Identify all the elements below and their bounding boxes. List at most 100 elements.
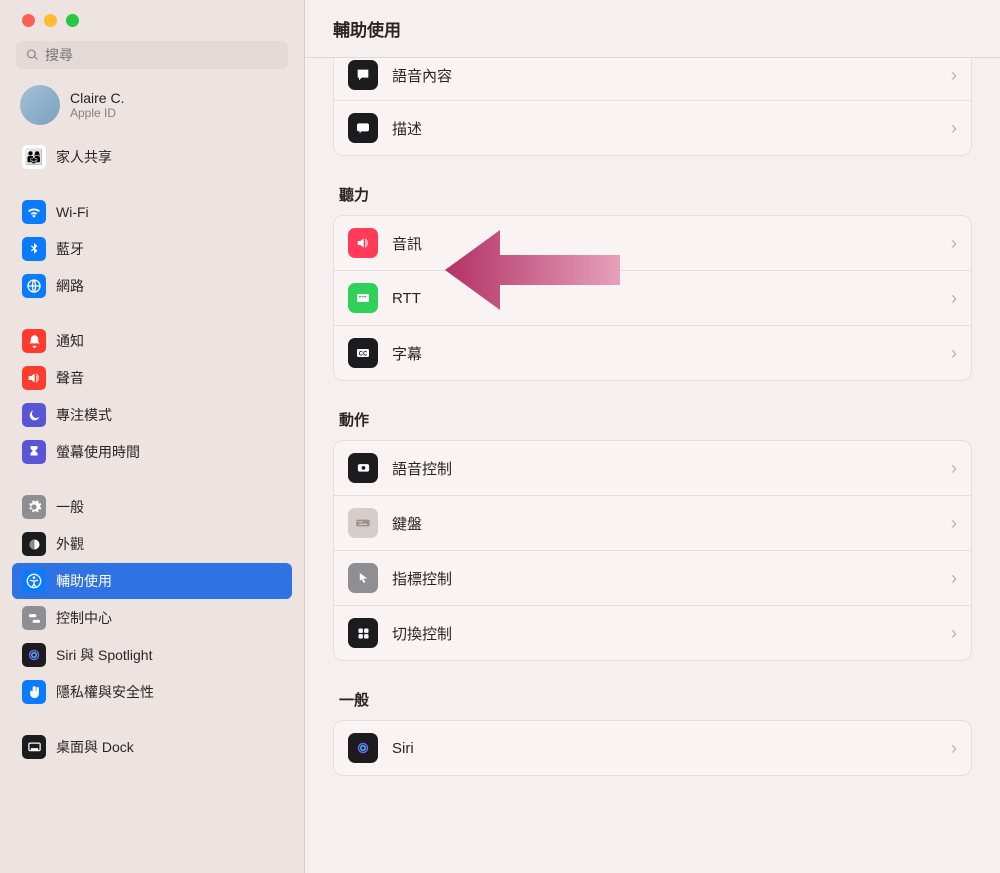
row-keyboard[interactable]: 鍵盤 › bbox=[334, 496, 971, 551]
titlebar: 輔助使用 bbox=[305, 0, 1000, 58]
chevron-right-icon: › bbox=[951, 458, 957, 479]
sidebar-item-label: 藍牙 bbox=[56, 239, 84, 259]
siri-icon bbox=[22, 643, 46, 667]
sidebar-item-wifi[interactable]: Wi-Fi bbox=[12, 194, 292, 230]
section-title: 動作 bbox=[339, 409, 972, 430]
sidebar-list: 👨‍👩‍👧 家人共享 Wi-Fi 藍牙網路通知聲音專注模式螢幕使用時間一般外觀輔助使用… bbox=[0, 139, 304, 873]
👪-icon: 👨‍👩‍👧 bbox=[22, 145, 46, 169]
row-label: 音訊 bbox=[392, 233, 937, 254]
cursor-icon bbox=[348, 563, 378, 593]
row-label: 鍵盤 bbox=[392, 513, 937, 534]
hand-icon bbox=[22, 680, 46, 704]
row-descriptions[interactable]: 描述 › bbox=[334, 101, 971, 155]
sidebar-item-label: 隱私權與安全性 bbox=[56, 682, 154, 702]
bell-icon bbox=[22, 329, 46, 353]
grid-icon bbox=[348, 618, 378, 648]
row-label: 指標控制 bbox=[392, 568, 937, 589]
row-rtt[interactable]: RTT › bbox=[334, 271, 971, 326]
appearance-icon bbox=[22, 532, 46, 556]
chevron-right-icon: › bbox=[951, 738, 957, 759]
search-input[interactable] bbox=[45, 47, 278, 63]
avatar bbox=[20, 85, 60, 125]
sidebar-item-sound[interactable]: 聲音 bbox=[12, 360, 292, 396]
account-name: Claire C. bbox=[70, 90, 124, 106]
dock-icon bbox=[22, 735, 46, 759]
sidebar-item-label: 桌面與 Dock bbox=[56, 737, 134, 757]
content-scroll[interactable]: 語音內容›描述›聽力音訊›RTT›CC字幕›動作語音控制›鍵盤›指標控制›切換控… bbox=[305, 58, 1000, 873]
sidebar-item-desktop[interactable]: 桌面與 Dock bbox=[12, 729, 292, 765]
row-siri2[interactable]: Siri › bbox=[334, 721, 971, 775]
row-label: 語音內容 bbox=[392, 65, 937, 86]
bt-icon bbox=[22, 237, 46, 261]
row-pointer[interactable]: 指標控制 › bbox=[334, 551, 971, 606]
content-pane: 輔助使用 語音內容›描述›聽力音訊›RTT›CC字幕›動作語音控制›鍵盤›指標控… bbox=[305, 0, 1000, 873]
sidebar-item-focus[interactable]: 專注模式 bbox=[12, 397, 292, 433]
chevron-right-icon: › bbox=[951, 513, 957, 534]
sidebar-item-label: 通知 bbox=[56, 331, 84, 351]
sidebar-item-accessibility[interactable]: 輔助使用 bbox=[12, 563, 292, 599]
sidebar-item-notifications[interactable]: 通知 bbox=[12, 323, 292, 359]
gear-icon bbox=[22, 495, 46, 519]
sidebar-item-label: 家人共享 bbox=[56, 147, 112, 167]
sidebar-item-label: Wi-Fi bbox=[56, 204, 89, 220]
sidebar-item-screentime[interactable]: 螢幕使用時間 bbox=[12, 434, 292, 470]
row-label: 語音控制 bbox=[392, 458, 937, 479]
row-label: RTT bbox=[392, 290, 937, 307]
row-label: 描述 bbox=[392, 118, 937, 139]
sidebar-item-label: 外觀 bbox=[56, 534, 84, 554]
row-captions[interactable]: CC字幕› bbox=[334, 326, 971, 380]
row-spoken[interactable]: 語音內容 › bbox=[334, 58, 971, 101]
svg-text:CC: CC bbox=[359, 352, 368, 358]
kbd-icon bbox=[348, 508, 378, 538]
sidebar-item-general[interactable]: 一般 bbox=[12, 489, 292, 525]
sidebar-item-appearance[interactable]: 外觀 bbox=[12, 526, 292, 562]
chevron-right-icon: › bbox=[951, 288, 957, 309]
page-title: 輔助使用 bbox=[333, 16, 401, 41]
account-row[interactable]: Claire C. Apple ID bbox=[0, 81, 304, 139]
row-label: 切換控制 bbox=[392, 623, 937, 644]
row-voicecontrol[interactable]: 語音控制 › bbox=[334, 441, 971, 496]
sidebar-item-label: 聲音 bbox=[56, 368, 84, 388]
sidebar-item-network[interactable]: 網路 bbox=[12, 268, 292, 304]
window-controls bbox=[0, 14, 304, 41]
section-title: 一般 bbox=[339, 689, 972, 710]
fullscreen-window-button[interactable] bbox=[66, 14, 79, 27]
cc-icon: CC bbox=[348, 338, 378, 368]
globe-icon bbox=[22, 274, 46, 298]
sidebar-item-bluetooth[interactable]: 藍牙 bbox=[12, 231, 292, 267]
section-title: 聽力 bbox=[339, 184, 972, 205]
chevron-right-icon: › bbox=[951, 118, 957, 139]
sidebar: Claire C. Apple ID 👨‍👩‍👧 家人共享 Wi-Fi 藍牙網路通知聲… bbox=[0, 0, 305, 873]
sidebar-item-family[interactable]: 👨‍👩‍👧 家人共享 bbox=[12, 139, 292, 175]
sidebar-item-label: 一般 bbox=[56, 497, 84, 517]
rtt-icon bbox=[348, 283, 378, 313]
sidebar-item-siri[interactable]: Siri 與 Spotlight bbox=[12, 637, 292, 673]
switches-icon bbox=[22, 606, 46, 630]
search-field[interactable] bbox=[16, 41, 288, 69]
sidebar-item-label: 控制中心 bbox=[56, 608, 112, 628]
row-audio[interactable]: 音訊 › bbox=[334, 216, 971, 271]
chevron-right-icon: › bbox=[951, 65, 957, 86]
sidebar-item-label: 網路 bbox=[56, 276, 84, 296]
row-label: Siri bbox=[392, 740, 937, 757]
sidebar-item-controlcenter[interactable]: 控制中心 bbox=[12, 600, 292, 636]
chevron-right-icon: › bbox=[951, 623, 957, 644]
chevron-right-icon: › bbox=[951, 233, 957, 254]
hourglass-icon bbox=[22, 440, 46, 464]
speaker-icon bbox=[22, 366, 46, 390]
minimize-window-button[interactable] bbox=[44, 14, 57, 27]
search-icon bbox=[26, 48, 39, 62]
row-switch[interactable]: 切換控制 › bbox=[334, 606, 971, 660]
bubble-icon bbox=[348, 60, 378, 90]
moon-icon bbox=[22, 403, 46, 427]
sidebar-item-privacy[interactable]: 隱私權與安全性 bbox=[12, 674, 292, 710]
siri-icon bbox=[348, 733, 378, 763]
sidebar-item-label: 輔助使用 bbox=[56, 571, 112, 591]
sidebar-item-label: 螢幕使用時間 bbox=[56, 442, 140, 462]
close-window-button[interactable] bbox=[22, 14, 35, 27]
chevron-right-icon: › bbox=[951, 568, 957, 589]
speaker-icon bbox=[348, 228, 378, 258]
access-icon bbox=[22, 569, 46, 593]
row-label: 字幕 bbox=[392, 343, 937, 364]
wifi-icon bbox=[22, 200, 46, 224]
